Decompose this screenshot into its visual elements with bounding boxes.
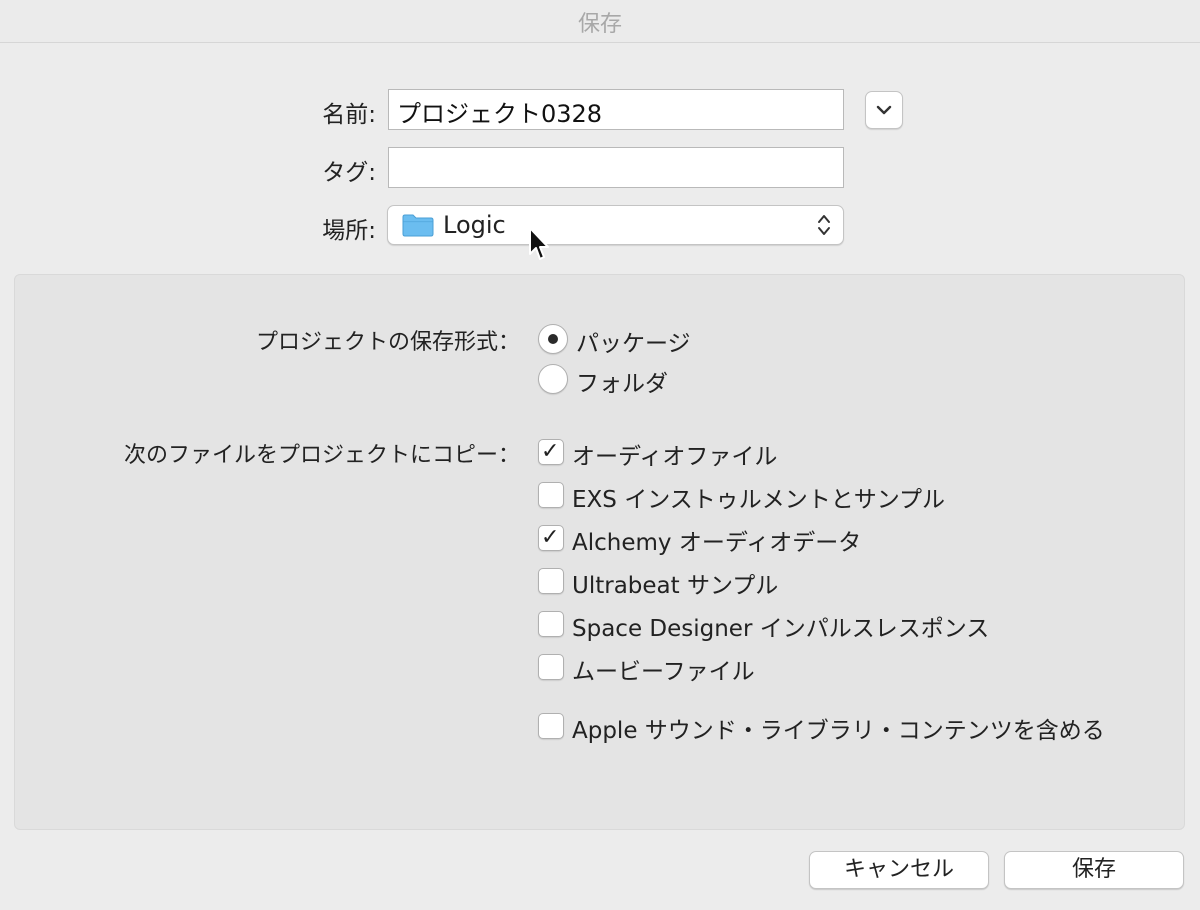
radio-selected-dot [548, 334, 558, 344]
save-button[interactable]: 保存 [1004, 851, 1184, 889]
checkbox-movie-label: ムービーファイル [572, 659, 755, 685]
checkmark-icon: ✓ [541, 439, 560, 464]
cancel-button[interactable]: キャンセル [809, 851, 989, 889]
checkbox-exs-label: EXS インストゥルメントとサンプル [572, 487, 946, 513]
location-label: 場所: [322, 218, 376, 244]
tag-field[interactable] [388, 147, 844, 188]
up-down-chevron-icon [818, 215, 830, 235]
checkbox-alchemy[interactable]: ✓ [538, 525, 564, 551]
save-dialog: 保存 名前: プロジェクト0328 タグ: 場所: Logic プロジェクトの保… [0, 0, 1200, 910]
copy-label: 次のファイルをプロジェクトにコピー： [123, 443, 520, 468]
radio-package[interactable] [538, 324, 568, 354]
checkbox-alchemy-label: Alchemy オーディオデータ [572, 530, 862, 556]
name-label: 名前: [322, 102, 376, 128]
format-label: プロジェクトの保存形式： [255, 330, 520, 355]
checkbox-space-designer[interactable] [538, 611, 564, 637]
checkbox-space-designer-label: Space Designer インパルスレスポンス [572, 616, 990, 642]
folder-icon [402, 214, 434, 237]
name-field[interactable]: プロジェクト0328 [388, 89, 844, 130]
expand-dialog-button[interactable] [865, 91, 903, 129]
radio-package-label: パッケージ [576, 331, 691, 357]
mouse-pointer-icon [529, 227, 549, 260]
checkbox-ultrabeat-label: Ultrabeat サンプル [572, 573, 779, 599]
window-title: 保存 [577, 12, 622, 37]
radio-folder[interactable] [538, 364, 568, 394]
checkbox-audio[interactable]: ✓ [538, 439, 564, 465]
checkbox-movie[interactable] [538, 654, 564, 680]
title-bar: 保存 [0, 0, 1200, 43]
checkbox-apple-library[interactable] [538, 713, 564, 739]
checkbox-audio-label: オーディオファイル [572, 444, 778, 470]
chevron-down-icon [876, 105, 892, 115]
location-value: Logic [443, 211, 506, 239]
tag-label: タグ: [322, 160, 376, 186]
checkbox-exs[interactable] [538, 482, 564, 508]
checkbox-apple-library-label: Apple サウンド・ライブラリ・コンテンツを含める [572, 718, 1105, 744]
checkmark-icon: ✓ [541, 525, 560, 550]
location-popup[interactable]: Logic [387, 205, 844, 245]
checkbox-ultrabeat[interactable] [538, 568, 564, 594]
radio-folder-label: フォルダ [576, 371, 668, 397]
